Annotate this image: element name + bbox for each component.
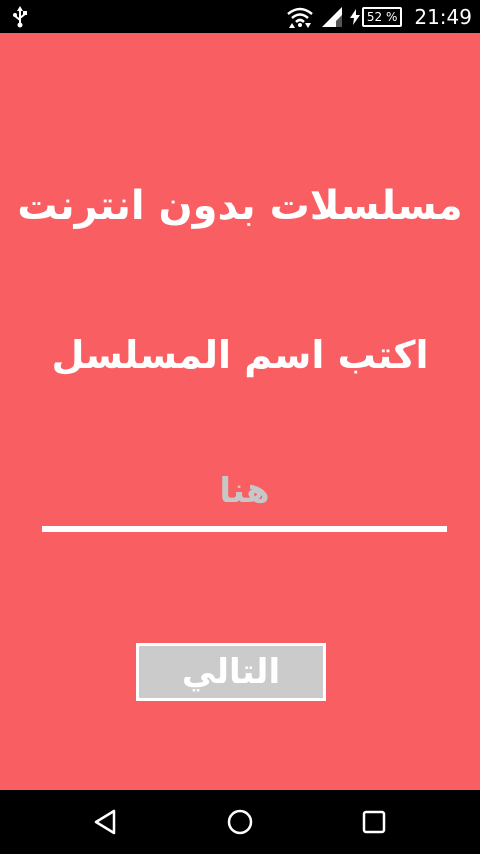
charging-bolt-icon bbox=[349, 8, 360, 25]
input-underline bbox=[42, 526, 447, 532]
series-name-prompt: اكتب اسم المسلسل bbox=[51, 333, 429, 377]
status-time: 21:49 bbox=[414, 4, 472, 29]
battery-percent: 52 % bbox=[366, 9, 398, 24]
app-title: مسلسلات بدون انترنت bbox=[17, 183, 463, 229]
signal-icon bbox=[321, 6, 342, 27]
wifi-icon bbox=[287, 7, 313, 28]
series-name-input[interactable] bbox=[42, 462, 447, 520]
battery: 52 % bbox=[349, 6, 403, 27]
next-button[interactable]: التالي bbox=[136, 643, 326, 701]
status-bar: 52 % 21:49 bbox=[0, 0, 480, 33]
home-icon[interactable] bbox=[224, 806, 256, 838]
recents-icon[interactable] bbox=[358, 806, 390, 838]
back-icon[interactable] bbox=[90, 806, 122, 838]
screen: 52 % 21:49 مسلسلات بدون انترنت اكتب اسم … bbox=[0, 0, 480, 854]
navigation-bar bbox=[0, 790, 480, 854]
battery-icon: 52 % bbox=[361, 6, 403, 27]
usb-icon bbox=[13, 6, 27, 28]
